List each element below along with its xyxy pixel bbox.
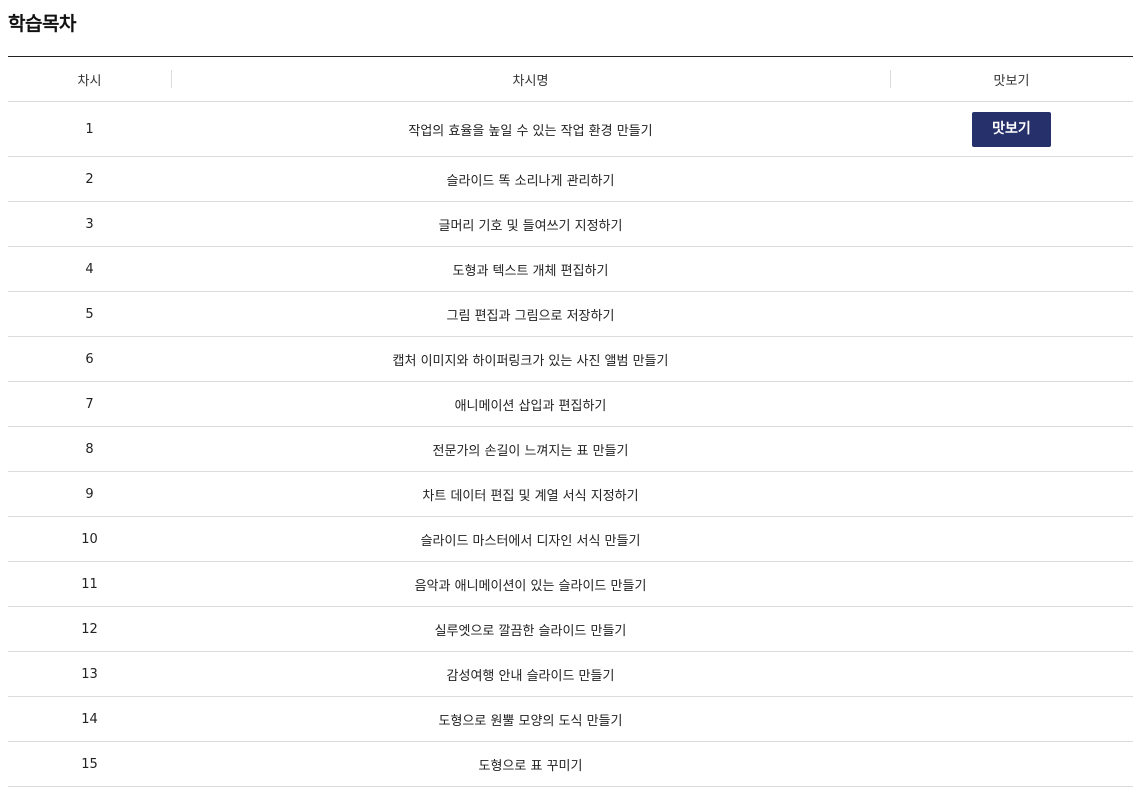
table-row: 14 도형으로 원뿔 모양의 도식 만들기 bbox=[8, 696, 1133, 742]
lesson-preview-cell bbox=[890, 246, 1133, 292]
table-body: 1 작업의 효율을 높일 수 있는 작업 환경 만들기 맛보기 2 슬라이드 똑 소리나… bbox=[8, 101, 1133, 787]
lesson-number: 11 bbox=[8, 561, 171, 607]
page-title: 학습목차 bbox=[8, 13, 76, 35]
column-header-name-label: 차시명 bbox=[512, 73, 549, 89]
toc-table: 차시 차시명 맛보기 1 작업의 효율을 높일 수 있는 작업 환경 만들기 맛보기… bbox=[8, 56, 1133, 787]
lesson-title: 도형으로 원뿔 모양의 도식 만들기 bbox=[171, 696, 890, 742]
table-row: 12 실루엣으로 깔끔한 슬라이드 만들기 bbox=[8, 606, 1133, 652]
lesson-number: 5 bbox=[8, 291, 171, 337]
lesson-preview-cell bbox=[890, 651, 1133, 697]
table-row: 13 감성여행 안내 슬라이드 만들기 bbox=[8, 651, 1133, 697]
table-row: 3 글머리 기호 및 들여쓰기 지정하기 bbox=[8, 201, 1133, 247]
lesson-title: 글머리 기호 및 들여쓰기 지정하기 bbox=[171, 201, 890, 247]
column-header-preview-label: 맛보기 bbox=[993, 73, 1030, 89]
lesson-title: 슬라이드 마스터에서 디자인 서식 만들기 bbox=[171, 516, 890, 562]
lesson-title: 캡처 이미지와 하이퍼링크가 있는 사진 앨범 만들기 bbox=[171, 336, 890, 382]
lesson-preview-cell bbox=[890, 606, 1133, 652]
column-header-name: 차시명 bbox=[171, 56, 890, 102]
lesson-title: 애니메이션 삽입과 편집하기 bbox=[171, 381, 890, 427]
lesson-number: 3 bbox=[8, 201, 171, 247]
lesson-preview-cell: 맛보기 bbox=[890, 101, 1133, 157]
lesson-title: 실루엣으로 깔끔한 슬라이드 만들기 bbox=[171, 606, 890, 652]
preview-button[interactable]: 맛보기 bbox=[972, 111, 1051, 147]
table-row: 7 애니메이션 삽입과 편집하기 bbox=[8, 381, 1133, 427]
table-row: 5 그림 편집과 그림으로 저장하기 bbox=[8, 291, 1133, 337]
lesson-number: 1 bbox=[8, 101, 171, 157]
lesson-preview-cell bbox=[890, 201, 1133, 247]
lesson-number: 15 bbox=[8, 741, 171, 787]
table-row: 11 음악과 애니메이션이 있는 슬라이드 만들기 bbox=[8, 561, 1133, 607]
table-row: 4 도형과 텍스트 개체 편집하기 bbox=[8, 246, 1133, 292]
lesson-preview-cell bbox=[890, 381, 1133, 427]
lesson-number: 8 bbox=[8, 426, 171, 472]
lesson-number: 10 bbox=[8, 516, 171, 562]
lesson-title: 음악과 애니메이션이 있는 슬라이드 만들기 bbox=[171, 561, 890, 607]
lesson-preview-cell bbox=[890, 426, 1133, 472]
lesson-preview-cell bbox=[890, 561, 1133, 607]
lesson-title: 그림 편집과 그림으로 저장하기 bbox=[171, 291, 890, 337]
lesson-preview-cell bbox=[890, 516, 1133, 562]
lesson-title: 슬라이드 똑 소리나게 관리하기 bbox=[171, 156, 890, 202]
lesson-preview-cell bbox=[890, 696, 1133, 742]
table-row: 1 작업의 효율을 높일 수 있는 작업 환경 만들기 맛보기 bbox=[8, 101, 1133, 157]
lesson-title: 차트 데이터 편집 및 계열 서식 지정하기 bbox=[171, 471, 890, 517]
lesson-number: 9 bbox=[8, 471, 171, 517]
lesson-preview-cell bbox=[890, 471, 1133, 517]
column-divider bbox=[171, 70, 172, 88]
table-row: 2 슬라이드 똑 소리나게 관리하기 bbox=[8, 156, 1133, 202]
lesson-number: 4 bbox=[8, 246, 171, 292]
lesson-preview-cell bbox=[890, 741, 1133, 787]
lesson-preview-cell bbox=[890, 336, 1133, 382]
lesson-number: 13 bbox=[8, 651, 171, 697]
column-header-number: 차시 bbox=[8, 56, 171, 102]
lesson-title: 도형과 텍스트 개체 편집하기 bbox=[171, 246, 890, 292]
lesson-title: 작업의 효율을 높일 수 있는 작업 환경 만들기 bbox=[171, 101, 890, 157]
column-divider bbox=[890, 70, 891, 88]
column-header-preview: 맛보기 bbox=[890, 56, 1133, 102]
lesson-number: 6 bbox=[8, 336, 171, 382]
lesson-number: 2 bbox=[8, 156, 171, 202]
lesson-title: 도형으로 표 꾸미기 bbox=[171, 741, 890, 787]
table-header-row: 차시 차시명 맛보기 bbox=[8, 56, 1133, 102]
lesson-number: 14 bbox=[8, 696, 171, 742]
lesson-preview-cell bbox=[890, 156, 1133, 202]
lesson-preview-cell bbox=[890, 291, 1133, 337]
table-row: 8 전문가의 손길이 느껴지는 표 만들기 bbox=[8, 426, 1133, 472]
table-row: 10 슬라이드 마스터에서 디자인 서식 만들기 bbox=[8, 516, 1133, 562]
table-row: 6 캡처 이미지와 하이퍼링크가 있는 사진 앨범 만들기 bbox=[8, 336, 1133, 382]
lesson-number: 7 bbox=[8, 381, 171, 427]
lesson-title: 전문가의 손길이 느껴지는 표 만들기 bbox=[171, 426, 890, 472]
lesson-number: 12 bbox=[8, 606, 171, 652]
table-row: 15 도형으로 표 꾸미기 bbox=[8, 741, 1133, 787]
table-row: 9 차트 데이터 편집 및 계열 서식 지정하기 bbox=[8, 471, 1133, 517]
lesson-title: 감성여행 안내 슬라이드 만들기 bbox=[171, 651, 890, 697]
